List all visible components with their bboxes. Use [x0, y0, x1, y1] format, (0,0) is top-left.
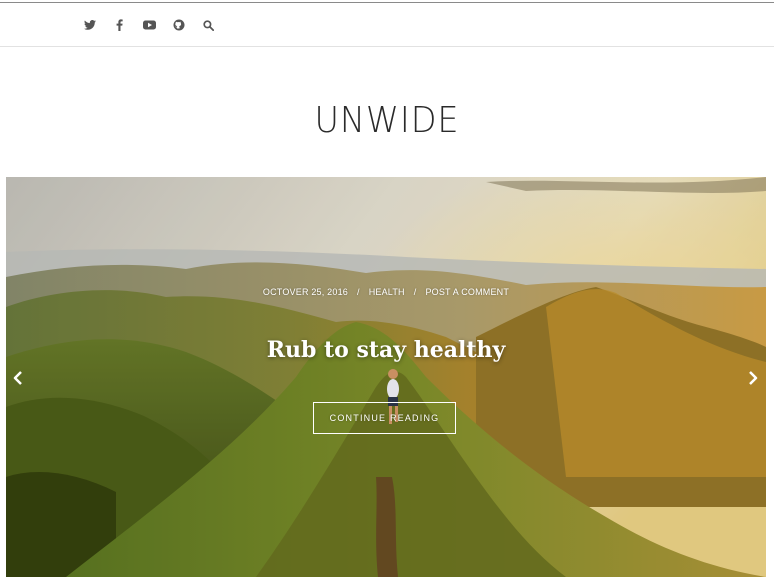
- site-title[interactable]: UNWIDE: [27, 100, 747, 141]
- post-date: OCTOVER 25, 2016: [262, 287, 348, 297]
- twitter-icon[interactable]: [82, 17, 98, 33]
- hero-image: [6, 177, 766, 577]
- chevron-left-icon[interactable]: [11, 370, 25, 386]
- chevron-right-icon[interactable]: [746, 370, 760, 386]
- meta-separator: /: [413, 287, 417, 297]
- continue-reading-button[interactable]: CONTINUE READING: [313, 402, 456, 434]
- github-icon[interactable]: [171, 17, 187, 33]
- post-category[interactable]: HEALTH: [369, 287, 405, 297]
- facebook-icon[interactable]: [112, 17, 128, 33]
- meta-separator: /: [356, 287, 360, 297]
- top-bar: [0, 3, 774, 47]
- search-icon[interactable]: [200, 17, 216, 33]
- social-links: [82, 17, 230, 33]
- youtube-icon[interactable]: [141, 17, 157, 33]
- post-comment-link[interactable]: POST A COMMENT: [425, 287, 509, 297]
- post-meta: OCTOVER 25, 2016 / HEALTH / POST A COMMENT: [6, 287, 766, 297]
- featured-slider: OCTOVER 25, 2016 / HEALTH / POST A COMMENT R…: [6, 177, 766, 577]
- post-title[interactable]: Rub to stay healthy: [6, 337, 766, 363]
